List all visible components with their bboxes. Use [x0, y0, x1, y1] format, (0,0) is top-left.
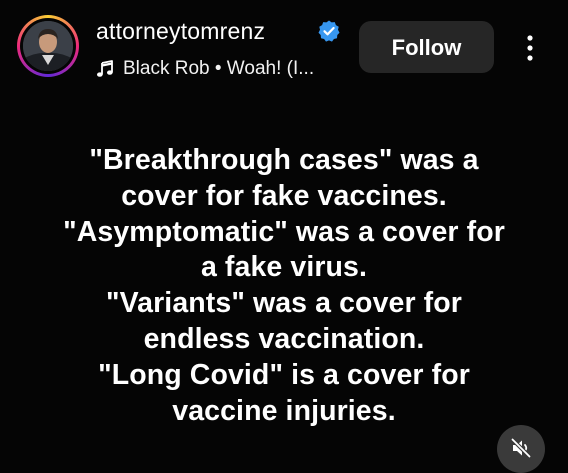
post-caption-text: "Breakthrough cases" was a cover for fak… — [0, 143, 568, 429]
avatar-image — [23, 21, 73, 71]
caption-line: endless vaccination. — [143, 322, 425, 355]
follow-button[interactable]: Follow — [359, 21, 494, 73]
caption-line: "Breakthrough cases" was a — [89, 144, 479, 176]
more-vertical-icon[interactable] — [518, 32, 542, 64]
caption-line: "Variants" was a cover for — [106, 287, 462, 320]
caption-line: vaccine injuries. — [172, 394, 396, 427]
caption-line: "Long Covid" is a cover for — [98, 358, 470, 391]
caption-line: a fake virus. — [200, 251, 368, 284]
post-header: attorneytomrenz Black Rob • Woah! (I... … — [0, 0, 568, 100]
speaker-muted-icon — [510, 437, 532, 459]
caption-line: "Asymptomatic" was a cover for — [63, 215, 505, 248]
verified-badge-icon — [318, 20, 340, 42]
story-ring[interactable] — [17, 15, 79, 77]
avatar[interactable] — [23, 21, 73, 71]
username-link[interactable]: attorneytomrenz — [96, 18, 265, 45]
avatar-frame — [20, 18, 76, 74]
mute-toggle-button[interactable] — [497, 425, 545, 473]
music-note-icon — [97, 60, 113, 77]
caption-line: cover for fake vaccines. — [121, 179, 447, 212]
audio-track-label: Black Rob • Woah! (I... — [123, 58, 315, 79]
audio-track-link[interactable]: Black Rob • Woah! (I... — [96, 56, 314, 82]
